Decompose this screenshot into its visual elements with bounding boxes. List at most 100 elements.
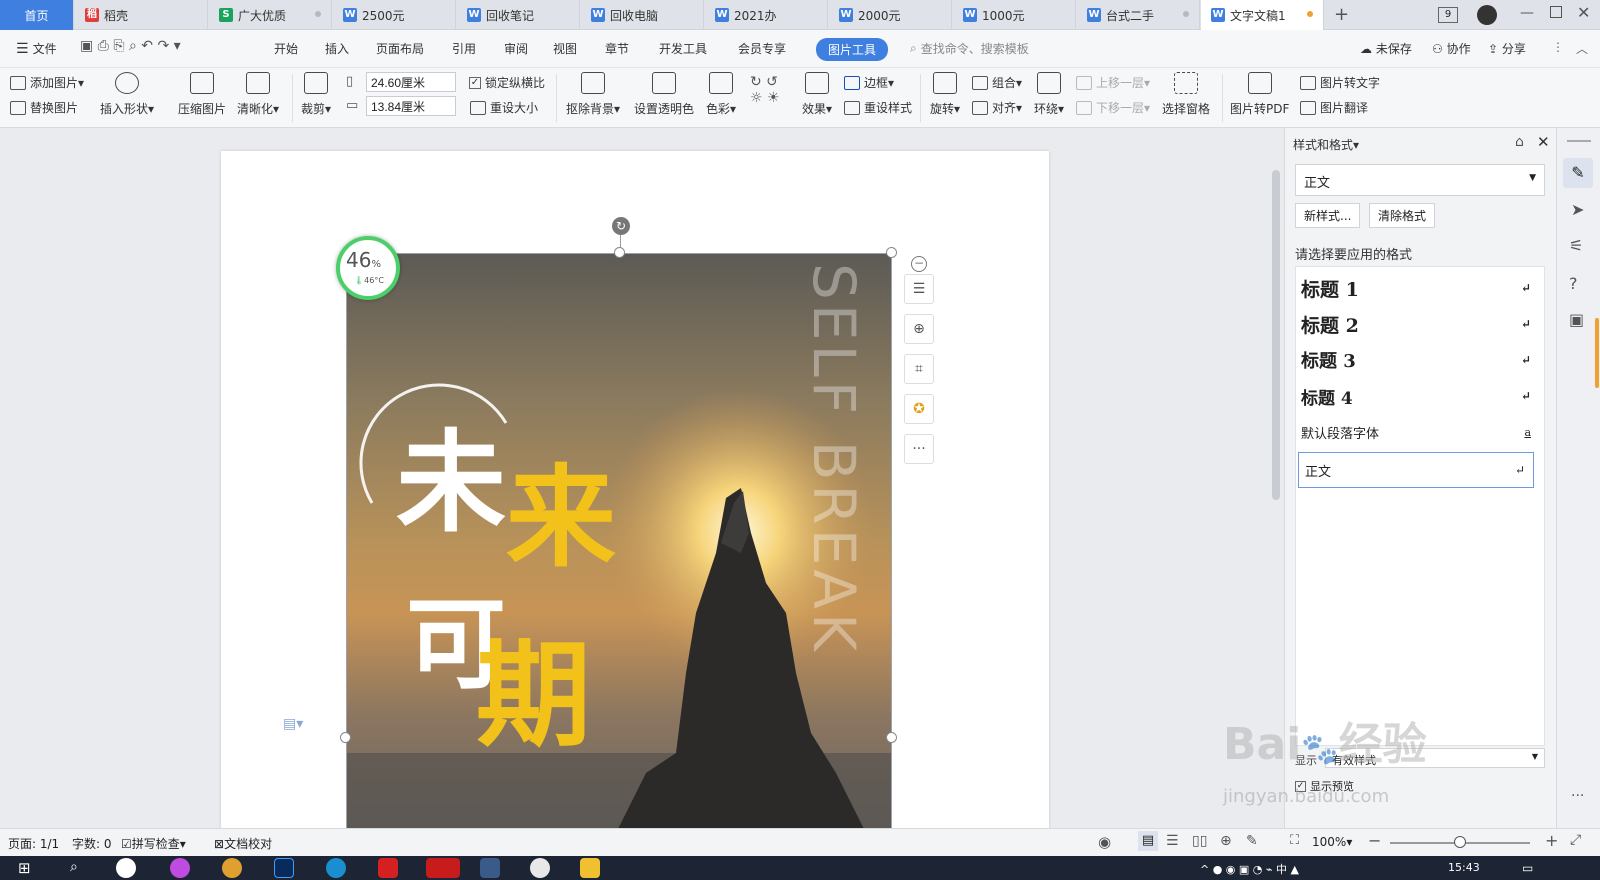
menu-page-layout[interactable]: 页面布局 xyxy=(376,40,424,57)
outline-view-icon[interactable]: ☰ xyxy=(1166,833,1179,849)
minimize-icon[interactable]: — xyxy=(1520,5,1534,21)
selected-picture[interactable]: 未 来 可 期 SELF BREAK xyxy=(346,253,892,833)
paragraph-handle-icon[interactable]: ▤▾ xyxy=(283,716,303,732)
resize-handle-top[interactable] xyxy=(614,247,625,258)
zoom-slider-knob[interactable] xyxy=(1454,836,1466,848)
fit-page-icon[interactable]: ⛶ xyxy=(1290,833,1299,848)
zoom-slider[interactable] xyxy=(1390,836,1530,848)
reset-size-button[interactable]: 重设大小 xyxy=(470,99,538,116)
rotate-button[interactable]: 旋转▾ xyxy=(930,72,960,117)
web-view-icon[interactable]: ⊕ xyxy=(1220,833,1232,849)
lock-ratio-checkbox[interactable]: ✓ 锁定纵横比 xyxy=(469,74,545,91)
select-cursor-icon[interactable]: ➤ xyxy=(1571,200,1584,219)
align-button[interactable]: 对齐 ▾ xyxy=(972,99,1022,116)
replace-picture-button[interactable]: 替换图片 xyxy=(10,99,78,116)
width-input[interactable] xyxy=(366,72,456,92)
fullscreen-icon[interactable]: ⤢ xyxy=(1570,832,1581,848)
border-button[interactable]: 边框 ▾ xyxy=(844,74,894,91)
selection-pane-button[interactable]: 选择窗格 xyxy=(1162,72,1210,117)
file-menu[interactable]: ☰ 文件 xyxy=(16,40,57,57)
resize-handle-top-right[interactable] xyxy=(886,247,897,258)
crop-icon[interactable]: ⌗ xyxy=(904,354,934,384)
file-explorer-icon[interactable] xyxy=(580,858,600,878)
quick-access-icons[interactable]: ▣ ⎙ ⎘ ⌕ ↶ ↷ ▾ xyxy=(80,38,181,54)
clear-format-button[interactable]: 清除格式 xyxy=(1369,203,1436,228)
notification-icon[interactable]: ▭ xyxy=(1522,861,1533,875)
maximize-icon[interactable] xyxy=(1550,6,1562,18)
color-button[interactable]: 色彩▾ xyxy=(706,72,736,117)
tab-doc-3[interactable]: W 回收笔记 xyxy=(457,0,580,30)
idea-bulb-icon[interactable]: ✪ xyxy=(904,394,934,424)
window-count-badge[interactable]: 9 xyxy=(1438,7,1458,23)
tab-doc-2[interactable]: W 2500元 xyxy=(333,0,456,30)
wrap-button[interactable]: 环绕▾ xyxy=(1034,72,1064,117)
word-count[interactable]: 字数: 0 xyxy=(72,835,112,852)
translate-button[interactable]: 图片翻译 xyxy=(1300,99,1368,116)
new-style-button[interactable]: 新样式... xyxy=(1295,203,1361,228)
more-icon[interactable]: ⋮ xyxy=(1552,40,1564,54)
zoom-in-icon[interactable]: + xyxy=(1545,831,1558,850)
settings-sliders-icon[interactable]: ⚟ xyxy=(1569,236,1583,255)
to-text-button[interactable]: 图片转文字 xyxy=(1300,74,1380,91)
proofread-button[interactable]: ⊠文档校对 xyxy=(214,835,272,852)
share-button[interactable]: ⇪ 分享 xyxy=(1488,40,1526,57)
unsaved-button[interactable]: ☁ 未保存 xyxy=(1360,40,1412,57)
zoom-in-icon[interactable]: ⊕ xyxy=(904,314,934,344)
collapse-toolbar-icon[interactable]: − xyxy=(911,256,927,272)
command-search[interactable]: ⌕ 查找命令、搜索模板 xyxy=(910,40,1029,57)
wps-icon[interactable] xyxy=(426,858,460,878)
style-heading-2[interactable]: 标题 2 ↵ xyxy=(1295,306,1545,342)
collab-button[interactable]: ⚇ 协作 xyxy=(1432,40,1471,57)
menu-start[interactable]: 开始 xyxy=(274,40,298,57)
rotate-handle-icon[interactable]: ↻ xyxy=(612,217,630,235)
more-dots-icon[interactable]: ··· xyxy=(1571,788,1584,804)
to-pdf-button[interactable]: 图片转PDF xyxy=(1230,72,1289,117)
more-options-icon[interactable]: ··· xyxy=(904,434,934,464)
taskbar-search-icon[interactable]: ⌕ xyxy=(70,859,78,875)
menu-review[interactable]: 审阅 xyxy=(504,40,528,57)
tab-home[interactable]: 首页 xyxy=(0,0,74,30)
tab-doc-7[interactable]: W 1000元 xyxy=(953,0,1076,30)
image-tool-icon[interactable]: ▣ xyxy=(1569,310,1584,329)
style-heading-4[interactable]: 标题 4 ↵ xyxy=(1295,378,1545,414)
style-default-paragraph-font[interactable]: 默认段落字体 a xyxy=(1295,414,1545,450)
effects-button[interactable]: 效果▾ xyxy=(802,72,832,117)
clock[interactable]: 15:43 xyxy=(1448,861,1480,874)
tab-close-dot[interactable] xyxy=(315,11,321,17)
menu-chapter[interactable]: 章节 xyxy=(605,40,629,57)
group-button[interactable]: 组合 ▾ xyxy=(972,74,1022,91)
menu-view[interactable]: 视图 xyxy=(553,40,577,57)
layout-options-icon[interactable]: ☰ xyxy=(904,274,934,304)
taskbar-app-icon[interactable] xyxy=(116,858,136,878)
brightness-icons[interactable]: ↻ ↺ ☼ ☀ xyxy=(750,74,780,106)
avatar[interactable] xyxy=(1477,5,1497,25)
edge-icon[interactable] xyxy=(326,858,346,878)
chrome-icon[interactable] xyxy=(222,858,242,878)
spell-check-button[interactable]: ☑拼写检查▾ xyxy=(121,835,186,852)
windows-start-icon[interactable]: ⊞ xyxy=(18,859,31,877)
style-heading-1[interactable]: 标题 1 ↵ xyxy=(1295,270,1545,306)
remove-bg-button[interactable]: 抠除背景▾ xyxy=(566,72,620,117)
reset-style-button[interactable]: 重设样式 xyxy=(844,99,912,116)
menu-insert[interactable]: 插入 xyxy=(325,40,349,57)
tab-doc-4[interactable]: W 回收电脑 xyxy=(581,0,704,30)
tab-daoke[interactable]: 稻稻壳 xyxy=(75,0,208,30)
tab-doc-6[interactable]: W 2000元 xyxy=(829,0,952,30)
close-icon[interactable]: ✕ xyxy=(1577,3,1590,22)
write-mode-icon[interactable]: ✎ xyxy=(1246,833,1258,849)
transparent-button[interactable]: 设置透明色 xyxy=(634,72,694,117)
tab-doc-8[interactable]: W 台式二手 xyxy=(1077,0,1200,30)
tab-close-dot[interactable] xyxy=(1183,11,1189,17)
eye-protect-icon[interactable]: ◉ xyxy=(1098,833,1111,851)
menu-member[interactable]: 会员专享 xyxy=(738,40,786,57)
menu-picture-tools[interactable]: 图片工具 xyxy=(816,38,889,61)
resize-handle-right[interactable] xyxy=(886,732,897,743)
sharpen-button[interactable]: 清晰化▾ xyxy=(237,72,279,117)
panel-close-icon[interactable]: ✕ xyxy=(1537,133,1550,151)
crop-button[interactable]: 裁剪▾ xyxy=(301,72,331,117)
insert-shape-button[interactable]: 插入形状▾ xyxy=(100,72,154,117)
menu-dev-tools[interactable]: 开发工具 xyxy=(659,40,707,57)
add-picture-button[interactable]: 添加图片 ▾ xyxy=(10,74,84,91)
collapse-ribbon-icon[interactable]: ︿ xyxy=(1576,40,1588,57)
tab-doc-active[interactable]: W 文字文稿1 xyxy=(1201,0,1324,30)
